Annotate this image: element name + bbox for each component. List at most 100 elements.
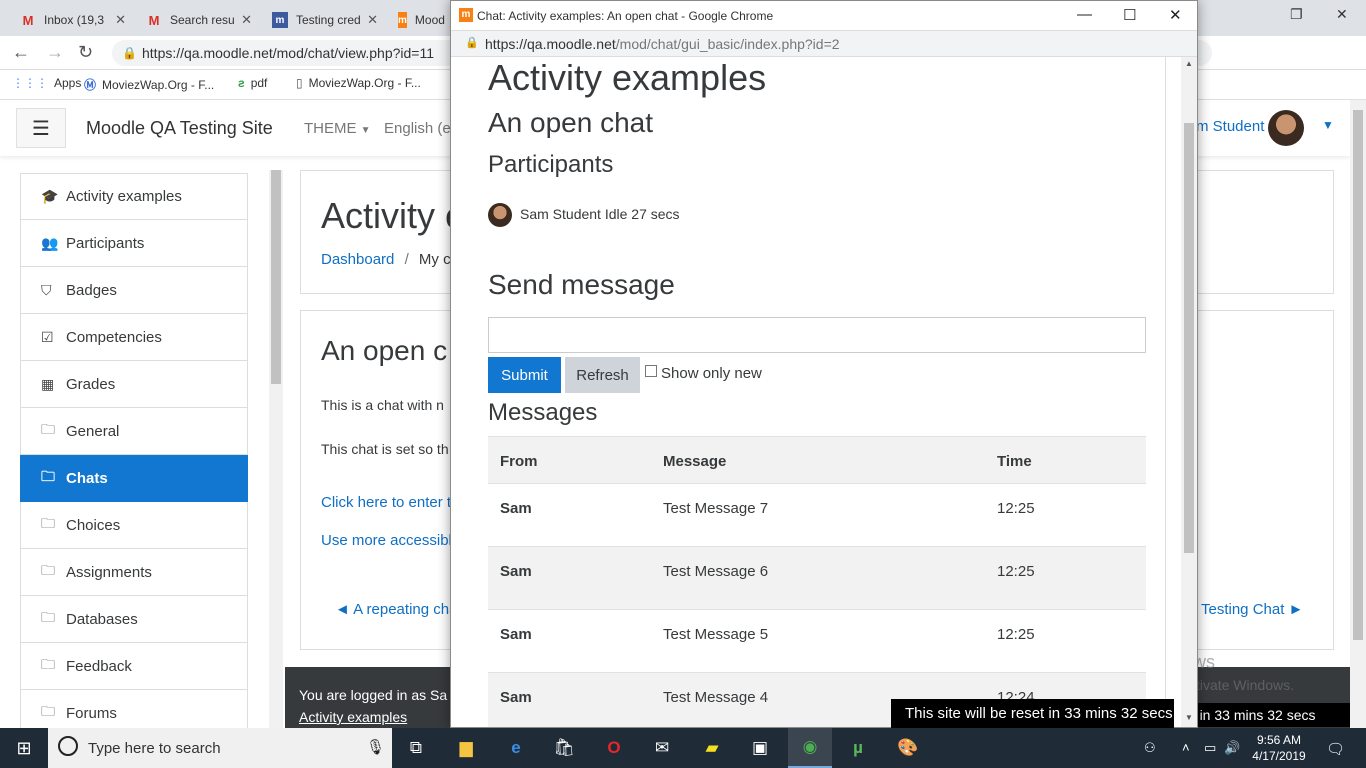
scrollbar-thumb[interactable] [1184,123,1194,553]
message-input[interactable] [488,317,1146,353]
language-menu[interactable]: English (e [384,120,451,137]
browser-tab[interactable]: m Testing cred ✕ [264,4,386,36]
windows-logo-icon: ⊞ [16,737,32,758]
popup-url-bar[interactable]: 🔒 https://qa.moodle.net/mod/chat/gui_bas… [451,31,1197,57]
breadcrumb-dashboard-link[interactable]: Dashboard [321,251,394,268]
folder-icon: 🗀 [41,609,55,625]
participant-status: Sam Student Idle 27 secs [520,206,680,222]
hamburger-icon: ☰ [32,117,50,140]
course-sidebar: 🎓 Activity examples 👥 Participants ⛉ Badges… [20,173,248,737]
volume-icon[interactable]: 🔊 [1224,740,1240,756]
previous-activity-link[interactable]: ◄ A repeating cha [335,601,457,618]
message-from: Sam [500,689,532,706]
sidebar-item-badges[interactable]: ⛉ Badges [20,267,248,314]
scrollbar-thumb[interactable] [1353,110,1363,640]
back-icon[interactable]: ← [12,42,30,63]
sidebar-item-activity-examples[interactable]: 🎓 Activity examples [20,173,248,220]
browser-tab[interactable]: m Mood [390,4,450,36]
show-only-new-label[interactable]: Show only new [661,365,762,382]
message-text: Test Message 5 [663,626,769,643]
user-menu-name[interactable]: m Student [1196,118,1264,135]
browser-tab[interactable]: M Inbox (19,3 ✕ [12,4,134,36]
bookmark-label: MoviezWap.Org - F... [102,77,215,92]
bookmark-moviezwap-2[interactable]: ▯ MoviezWap.Org - F... [296,76,421,90]
enter-chat-link[interactable]: Click here to enter t [321,494,451,511]
bookmark-apps[interactable]: ⋮⋮⋮ Apps [12,76,81,90]
folder-icon: 🗀 [41,421,55,437]
people-icon[interactable]: ⚇ [1144,740,1156,756]
opera-icon[interactable]: O [600,736,628,760]
sticky-notes-icon[interactable]: ▰ [698,736,726,760]
chevron-up-icon[interactable]: ˄ [1182,740,1190,755]
show-only-new-checkbox[interactable] [645,365,657,377]
menu-toggle-button[interactable]: ☰ [16,108,66,148]
notifications-icon[interactable]: 🗨 [1326,740,1345,758]
bookmark-moviezwap[interactable]: Ⓜ MoviezWap.Org - F... [84,76,214,93]
sidebar-scrollbar[interactable] [269,170,283,728]
windows-start-button[interactable]: ⊞ [0,728,48,768]
forward-icon[interactable]: → [46,42,64,63]
message-text: Test Message 4 [663,689,769,706]
sidebar-item-databases[interactable]: 🗀 Databases [20,596,248,643]
caret-down-icon[interactable]: ▼ [1322,118,1334,132]
store-icon[interactable]: 🛍 [550,736,578,760]
maximize-icon[interactable]: ☐ [1123,6,1136,24]
next-activity-link[interactable]: Testing Chat ► [1201,601,1303,618]
sidebar-item-assignments[interactable]: 🗀 Assignments [20,549,248,596]
sidebar-item-chats[interactable]: 🗀 Chats [20,455,248,502]
popup-titlebar: m Chat: Activity examples: An open chat … [451,1,1197,31]
refresh-button[interactable]: Refresh [565,357,640,393]
chat-popup-window: m Chat: Activity examples: An open chat … [450,0,1198,728]
sidebar-item-competencies[interactable]: ☑ Competencies [20,314,248,361]
taskbar-clock[interactable]: 9:56 AM 4/17/2019 [1248,732,1310,764]
sidebar-item-general[interactable]: 🗀 General [20,408,248,455]
sidebar-item-participants[interactable]: 👥 Participants [20,220,248,267]
close-icon[interactable]: ✕ [241,12,252,28]
close-icon[interactable]: ✕ [367,12,378,28]
minimize-icon[interactable]: — [1077,6,1092,23]
utorrent-icon[interactable]: µ [844,736,872,760]
scrollbar-thumb[interactable] [271,170,281,384]
microphone-icon[interactable]: 🎙 [366,738,385,756]
close-icon[interactable]: ✕ [115,12,126,28]
theme-menu[interactable]: THEME ▼ [304,120,371,137]
edge-icon[interactable]: e [502,736,530,760]
chat-course-heading: Activity examples [488,57,767,98]
close-window-icon[interactable]: ✕ [1169,6,1182,24]
participants-heading: Participants [488,151,614,178]
users-icon: 👥 [41,234,59,251]
mail-icon[interactable]: ✉ [648,736,676,760]
scroll-down-icon[interactable]: ▼ [1185,713,1193,722]
message-time: 12:25 [997,626,1035,643]
avatar [488,203,512,227]
bookmark-pdf[interactable]: ƨ pdf [238,76,267,90]
browser-tab[interactable]: M Search resu ✕ [138,4,260,36]
paint-icon[interactable]: 🎨 [894,736,922,760]
lock-icon: 🔒 [122,46,137,60]
submit-button[interactable]: Submit [488,357,561,393]
sidebar-item-feedback[interactable]: 🗀 Feedback [20,643,248,690]
moodle-icon: m [398,12,407,28]
battery-icon[interactable]: ▭ [1204,740,1216,756]
taskbar-search[interactable]: Type here to search 🎙 [48,728,392,768]
page-scrollbar[interactable] [1350,100,1366,728]
logged-in-text: You are logged in as Sa [299,687,448,703]
scroll-up-icon[interactable]: ▲ [1185,59,1193,68]
site-name[interactable]: Moodle QA Testing Site [86,118,273,139]
file-explorer-icon[interactable]: ▆ [452,736,480,760]
course-link[interactable]: Activity examples [299,709,407,725]
task-view-icon[interactable]: ⧉ [402,736,430,760]
close-window-icon[interactable]: ✕ [1336,6,1348,23]
accessible-interface-link[interactable]: Use more accessible [321,532,460,549]
popup-scrollbar[interactable]: ▲ ▼ [1181,57,1197,727]
app-icon[interactable]: ▣ [746,736,774,760]
chrome-icon[interactable]: ◉ [788,728,832,768]
reload-icon[interactable]: ↻ [78,42,93,63]
avatar[interactable] [1268,110,1304,146]
folder-icon: 🗀 [41,703,55,719]
sidebar-item-label: Competencies [66,328,162,346]
sidebar-item-choices[interactable]: 🗀 Choices [20,502,248,549]
sidebar-item-grades[interactable]: ▦ Grades [20,361,248,408]
sidebar-item-label: Participants [66,234,145,252]
restore-icon[interactable]: ❐ [1290,6,1303,23]
